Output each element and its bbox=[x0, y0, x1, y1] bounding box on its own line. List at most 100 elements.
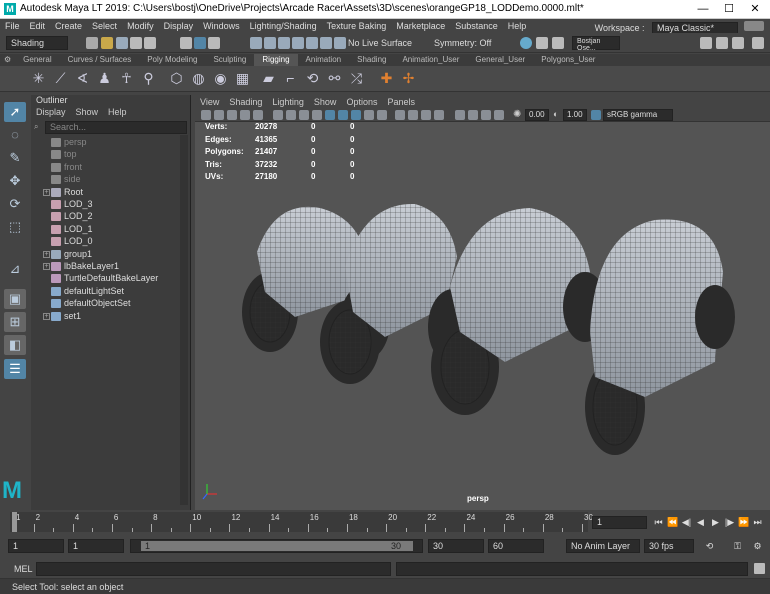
viewport-menu-view[interactable]: View bbox=[195, 97, 224, 107]
viewport-menu-show[interactable]: Show bbox=[309, 97, 342, 107]
outliner-item[interactable]: LOD_0 bbox=[31, 236, 181, 248]
go-to-start-icon[interactable]: ⏮ bbox=[653, 516, 664, 528]
step-back-frame-icon[interactable]: ◀| bbox=[681, 516, 692, 528]
minimize-button[interactable]: — bbox=[690, 1, 716, 17]
textured-icon[interactable] bbox=[364, 110, 374, 120]
snap-grid-icon[interactable] bbox=[250, 37, 262, 49]
animation-end-field[interactable]: 60 bbox=[488, 539, 544, 553]
outliner-item[interactable]: top bbox=[31, 149, 181, 161]
current-time-indicator[interactable] bbox=[12, 512, 17, 532]
joint-tool-icon[interactable]: ✳ bbox=[30, 70, 47, 87]
menu-help[interactable]: Help bbox=[503, 19, 532, 31]
isolate-select-icon[interactable] bbox=[455, 110, 465, 120]
outliner-item[interactable]: front bbox=[31, 162, 181, 174]
go-to-end-icon[interactable]: ⏭ bbox=[752, 516, 763, 528]
range-slider-bar[interactable]: 1 30 bbox=[130, 539, 423, 553]
outliner-item[interactable]: LOD_3 bbox=[31, 199, 181, 211]
menu-windows[interactable]: Windows bbox=[198, 19, 245, 31]
humanik-icon[interactable]: ♟ bbox=[96, 70, 113, 87]
rotate-tool-icon[interactable]: ⟳ bbox=[4, 194, 26, 214]
viewport-menu-shading[interactable]: Shading bbox=[224, 97, 267, 107]
camera-attributes-icon[interactable] bbox=[214, 110, 224, 120]
shelf-tab-animation[interactable]: Animation bbox=[298, 54, 350, 66]
user-account-dropdown[interactable]: Bostjan Ose... bbox=[572, 36, 620, 52]
backface-culling-icon[interactable] bbox=[494, 110, 504, 120]
shelf-tab-rigging[interactable]: Rigging bbox=[254, 54, 298, 66]
xray-joints-icon[interactable] bbox=[481, 110, 491, 120]
skeleton-icon[interactable]: ⚲ bbox=[140, 70, 157, 87]
outliner-menu-display[interactable]: Display bbox=[31, 107, 71, 117]
resolution-gate-icon[interactable] bbox=[286, 110, 296, 120]
scale-tool-icon[interactable]: ⬚ bbox=[4, 217, 26, 237]
outliner-item[interactable]: LOD_1 bbox=[31, 224, 181, 236]
bookmark-icon[interactable] bbox=[227, 110, 237, 120]
select-tool-icon[interactable]: ➚ bbox=[4, 102, 26, 122]
snap-vertex-icon[interactable] bbox=[320, 37, 332, 49]
shelf-tab-shading[interactable]: Shading bbox=[349, 54, 394, 66]
play-backwards-icon[interactable]: ◀ bbox=[695, 516, 706, 528]
step-back-key-icon[interactable]: ⏪ bbox=[667, 516, 678, 528]
layout-toggle-icon[interactable] bbox=[744, 21, 764, 31]
color-management-icon[interactable] bbox=[591, 110, 601, 120]
outliner-item[interactable]: side bbox=[31, 174, 181, 186]
menuset-dropdown[interactable]: Shading bbox=[6, 36, 68, 50]
snap-curve-icon[interactable] bbox=[264, 37, 276, 49]
select-component-icon[interactable] bbox=[208, 37, 220, 49]
ik-handle-icon[interactable]: ⟋ bbox=[52, 70, 69, 87]
constraint-icon[interactable]: ✢ bbox=[400, 70, 417, 87]
animation-prefs-icon[interactable]: ⚙ bbox=[752, 540, 763, 552]
new-scene-icon[interactable] bbox=[86, 37, 98, 49]
locator-icon[interactable]: ✚ bbox=[378, 70, 395, 87]
ipr-icon[interactable] bbox=[552, 37, 564, 49]
menu-texture-baking[interactable]: Texture Baking bbox=[322, 19, 392, 31]
tool-settings-icon[interactable] bbox=[716, 37, 728, 49]
smooth-shade-icon[interactable] bbox=[338, 110, 348, 120]
ambient-occlusion-icon[interactable] bbox=[408, 110, 418, 120]
outliner-item[interactable]: + lbBakeLayer1 bbox=[31, 261, 181, 273]
loop-icon[interactable]: ⟲ bbox=[704, 540, 715, 552]
move-tool-icon[interactable]: ✥ bbox=[4, 171, 26, 191]
menu-modify[interactable]: Modify bbox=[122, 19, 159, 31]
outliner-item[interactable]: persp bbox=[31, 137, 181, 149]
select-hierarchy-icon[interactable] bbox=[180, 37, 192, 49]
outliner-item[interactable]: defaultObjectSet bbox=[31, 298, 181, 310]
live-surface-label[interactable]: No Live Surface bbox=[348, 38, 412, 48]
four-view-layout-icon[interactable]: ⊞ bbox=[4, 312, 26, 332]
outliner-persp-layout-icon[interactable]: ☰ bbox=[4, 359, 26, 379]
viewport-menu-options[interactable]: Options bbox=[341, 97, 382, 107]
outliner-item[interactable]: + group1 bbox=[31, 249, 181, 261]
shelf-settings-icon[interactable]: ⚙ bbox=[0, 54, 15, 66]
lattice-icon[interactable]: ⌐ bbox=[282, 70, 299, 87]
outliner-search-input[interactable]: Search... bbox=[45, 121, 187, 134]
pause-icon[interactable] bbox=[536, 37, 548, 49]
film-gate-icon[interactable] bbox=[273, 110, 283, 120]
expand-icon[interactable]: + bbox=[43, 312, 50, 320]
interactive-bind-icon[interactable]: ▦ bbox=[234, 70, 251, 87]
ik-spline-icon[interactable]: ∢ bbox=[74, 70, 91, 87]
blend-shape-icon[interactable]: ⚯ bbox=[326, 70, 343, 87]
outliner-item[interactable]: defaultLightSet bbox=[31, 286, 181, 298]
select-camera-icon[interactable] bbox=[201, 110, 211, 120]
close-button[interactable]: ✕ bbox=[742, 1, 768, 17]
anim-layer-dropdown[interactable]: No Anim Layer bbox=[566, 539, 640, 553]
shelf-tab-poly-modeling[interactable]: Poly Modeling bbox=[139, 54, 205, 66]
menu-substance[interactable]: Substance bbox=[450, 19, 503, 31]
outliner-item[interactable]: LOD_2 bbox=[31, 211, 181, 223]
shelf-tab-general[interactable]: General bbox=[15, 54, 59, 66]
playback-start-field[interactable]: 1 bbox=[68, 539, 124, 553]
bind-skin-icon[interactable]: ⬡ bbox=[168, 70, 185, 87]
symmetry-dropdown[interactable]: Symmetry: Off bbox=[434, 38, 491, 48]
playback-end-field[interactable]: 30 bbox=[428, 539, 484, 553]
snap-surface-icon[interactable] bbox=[306, 37, 318, 49]
step-forward-frame-icon[interactable]: |▶ bbox=[724, 516, 735, 528]
play-forwards-icon[interactable]: ▶ bbox=[710, 516, 721, 528]
wireframe-icon[interactable] bbox=[325, 110, 335, 120]
image-plane-icon[interactable] bbox=[240, 110, 250, 120]
expand-icon[interactable]: + bbox=[43, 250, 50, 258]
maximize-button[interactable]: ☐ bbox=[716, 1, 742, 17]
grid-icon[interactable] bbox=[253, 110, 263, 120]
xray-icon[interactable] bbox=[468, 110, 478, 120]
cluster-icon[interactable]: ▰ bbox=[260, 70, 277, 87]
deformer-icon[interactable]: ⤮ bbox=[348, 70, 365, 87]
outliner-item[interactable]: + set1 bbox=[31, 311, 181, 323]
